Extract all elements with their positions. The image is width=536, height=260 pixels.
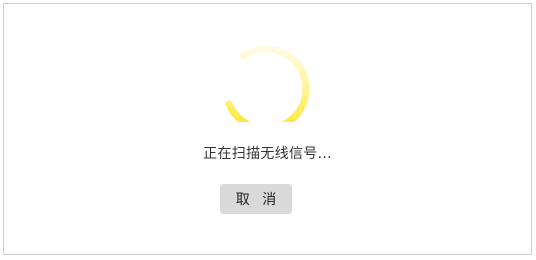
cancel-button[interactable]: 取 消 bbox=[220, 184, 292, 214]
scan-status-text: 正在扫描无线信号... bbox=[203, 146, 332, 162]
loading-spinner-icon bbox=[217, 26, 313, 122]
scan-dialog: 正在扫描无线信号... 取 消 bbox=[3, 3, 532, 255]
